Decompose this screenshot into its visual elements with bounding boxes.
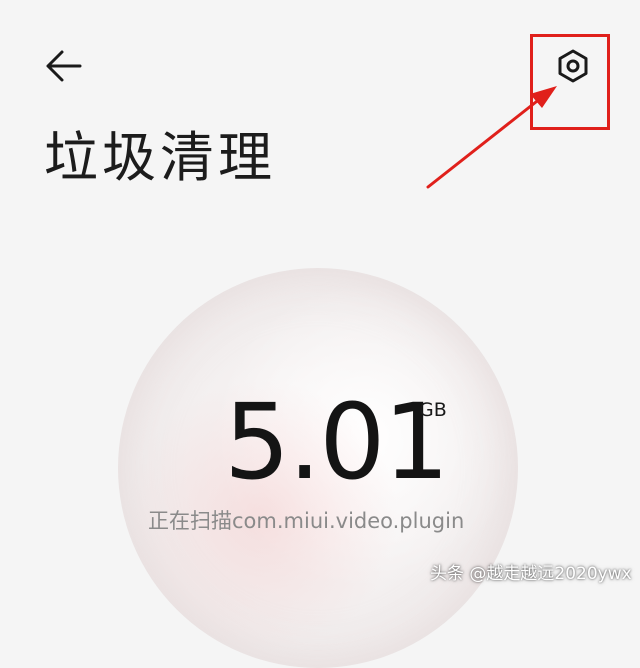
- arrow-left-icon: [46, 50, 82, 82]
- page-title: 垃圾清理: [44, 126, 276, 189]
- watermark-text: 头条 @越走越远2020ywx: [430, 564, 632, 584]
- annotation-highlight-box: [530, 34, 610, 130]
- junk-size-unit: GB: [419, 399, 447, 421]
- scan-status-text: 正在扫描com.miui.video.plugin: [148, 509, 465, 533]
- back-button[interactable]: [40, 44, 90, 88]
- junk-size-value: 5.01: [224, 381, 450, 503]
